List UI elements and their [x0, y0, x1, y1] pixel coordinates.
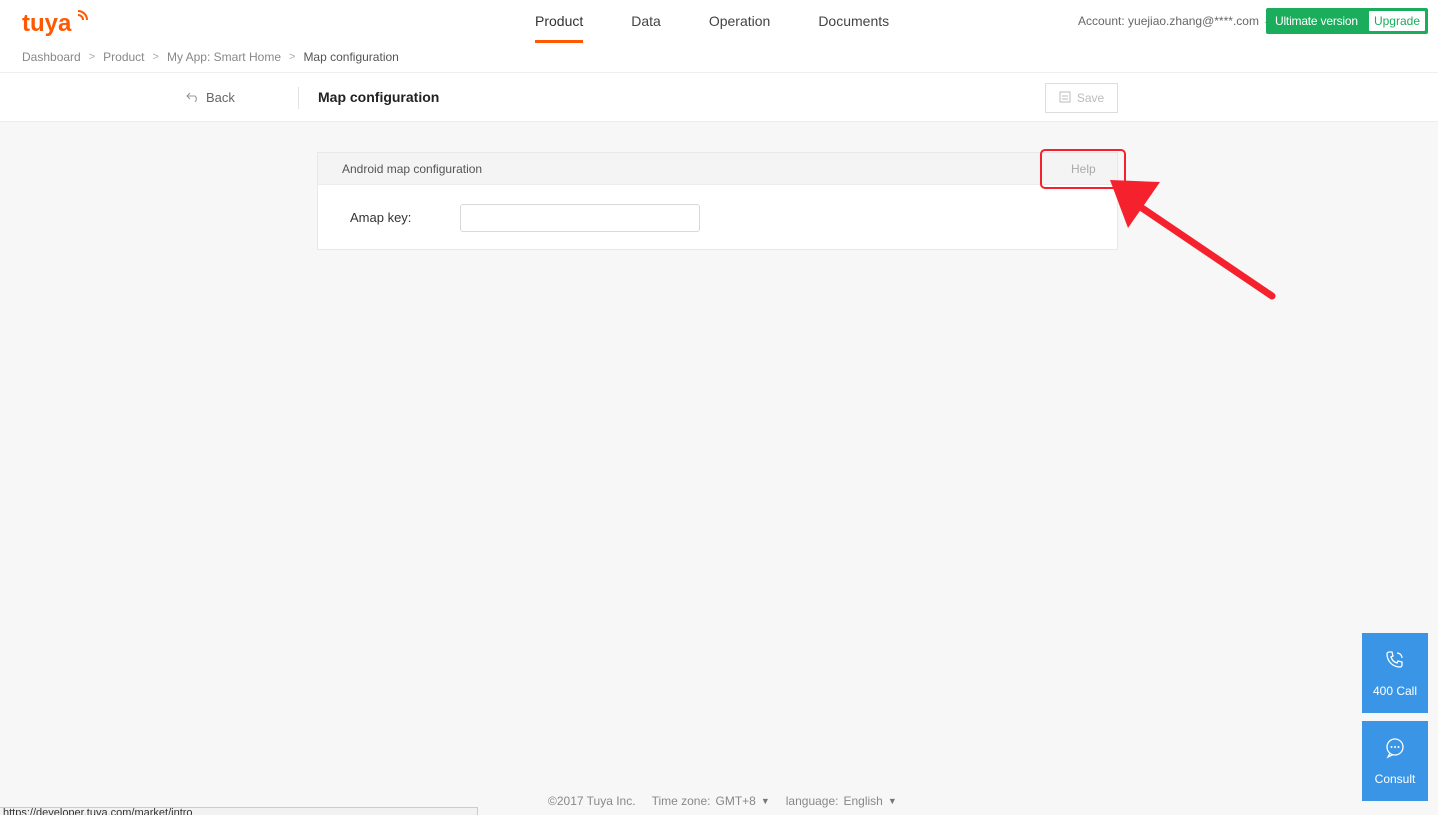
- call-label: 400 Call: [1372, 683, 1418, 698]
- caret-down-icon: ▼: [760, 796, 770, 806]
- back-arrow-icon: [186, 90, 200, 105]
- toolbar-divider: [298, 87, 299, 109]
- language-value: English: [843, 794, 883, 808]
- upgrade-button[interactable]: Upgrade: [1368, 11, 1425, 31]
- chat-bubble-icon: [1384, 737, 1406, 762]
- chevron-right-icon: >: [88, 51, 96, 63]
- breadcrumb-current: Map configuration: [303, 50, 399, 64]
- amap-key-input[interactable]: [460, 204, 700, 232]
- top-header: tuya Product Data Operation Documents Ac…: [0, 0, 1438, 72]
- status-bar-url: https://developer.tuya.com/market/intro: [0, 807, 478, 815]
- consult-button[interactable]: Consult: [1362, 721, 1428, 801]
- map-config-card: Android map configuration Help Amap key:: [317, 152, 1118, 250]
- page-title: Map configuration: [318, 89, 440, 105]
- breadcrumb-dashboard[interactable]: Dashboard: [22, 50, 81, 64]
- main-nav: Product Data Operation Documents: [535, 0, 937, 44]
- footer: ©2017 Tuya Inc. Time zone: GMT+8 ▼ langu…: [548, 794, 897, 808]
- account-menu[interactable]: Account: yuejiao.zhang@****.com ⌄: [1078, 14, 1271, 28]
- amap-key-label: Amap key:: [350, 210, 412, 225]
- card-header: Android map configuration Help: [318, 153, 1117, 185]
- breadcrumb-app[interactable]: My App: Smart Home: [167, 50, 281, 64]
- page-toolbar: Back Map configuration Save: [0, 72, 1438, 122]
- language-label: language:: [785, 794, 839, 808]
- help-link[interactable]: Help: [1071, 162, 1096, 176]
- chevron-right-icon: >: [289, 51, 296, 63]
- annotation-arrow-icon: [1110, 180, 1276, 300]
- timezone-label: Time zone:: [651, 794, 711, 808]
- phone-icon: [1384, 649, 1406, 674]
- account-label: Account: yuejiao.zhang@****.com: [1078, 14, 1259, 28]
- breadcrumb: Dashboard > Product > My App: Smart Home…: [22, 50, 399, 64]
- tuya-logo[interactable]: tuya: [22, 6, 92, 38]
- save-button[interactable]: Save: [1045, 83, 1118, 113]
- breadcrumb-product[interactable]: Product: [103, 50, 144, 64]
- caret-down-icon: ▼: [887, 796, 897, 806]
- nav-data[interactable]: Data: [631, 0, 661, 44]
- chevron-right-icon: >: [152, 51, 159, 63]
- nav-product[interactable]: Product: [535, 0, 584, 44]
- nav-documents[interactable]: Documents: [818, 0, 889, 44]
- plan-label: Ultimate version: [1275, 14, 1358, 28]
- copyright: ©2017 Tuya Inc.: [548, 794, 636, 808]
- back-button[interactable]: Back: [186, 90, 235, 105]
- language-selector[interactable]: language: English ▼: [786, 794, 897, 808]
- plan-badge: Ultimate version Upgrade: [1266, 8, 1428, 34]
- consult-label: Consult: [1374, 771, 1416, 786]
- save-label: Save: [1076, 91, 1105, 105]
- save-icon: [1059, 91, 1071, 106]
- back-label: Back: [206, 90, 235, 105]
- nav-operation[interactable]: Operation: [709, 0, 770, 44]
- call-button[interactable]: 400 Call: [1362, 633, 1428, 713]
- svg-text:tuya: tuya: [22, 10, 72, 37]
- timezone-value: GMT+8: [715, 794, 756, 808]
- timezone-selector[interactable]: Time zone: GMT+8 ▼: [652, 794, 770, 808]
- card-title: Android map configuration: [342, 162, 483, 176]
